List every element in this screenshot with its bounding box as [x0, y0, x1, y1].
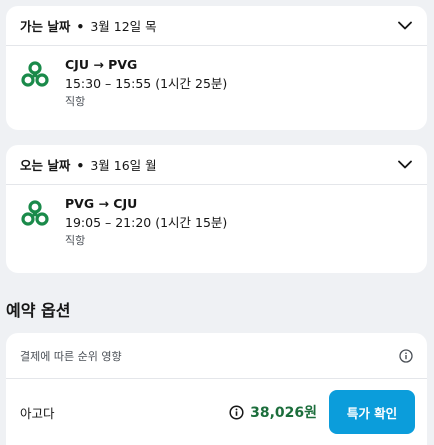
- price: 38,026원: [250, 405, 317, 421]
- ranking-note-row: 결제에 따른 순위 영향: [6, 333, 427, 379]
- airline-logo-icon: [20, 60, 50, 90]
- chevron-down-icon[interactable]: [397, 157, 413, 173]
- outbound-details: CJU → PVG 15:30 – 15:55 (1시간 25분) 직항: [6, 46, 427, 110]
- outbound-title: 가는 날짜 • 3월 12일 목: [20, 16, 157, 35]
- outbound-times: 15:30 – 15:55 (1시간 25분): [65, 76, 228, 91]
- provider-name: 아고다: [20, 405, 55, 421]
- booking-options-title: 예약 옵션: [6, 301, 71, 320]
- booking-options-card: 결제에 따른 순위 영향 아고다 38,026원 특가 확인: [6, 333, 427, 445]
- outbound-stops: 직항: [65, 95, 86, 108]
- info-icon[interactable]: [399, 348, 413, 363]
- inbound-label: 오는 날짜: [20, 158, 71, 173]
- inbound-title: 오는 날짜 • 3월 16일 월: [20, 155, 157, 174]
- outbound-flight-card: 가는 날짜 • 3월 12일 목 CJU → PVG 15:30 – 15:55…: [6, 6, 427, 130]
- outbound-route: CJU → PVG: [65, 57, 138, 72]
- outbound-info: CJU → PVG 15:30 – 15:55 (1시간 25분) 직항: [65, 56, 227, 110]
- separator-dot: •: [76, 19, 85, 34]
- ranking-note: 결제에 따른 순위 영향: [20, 349, 122, 363]
- outbound-date: 3월 12일 목: [90, 19, 157, 34]
- price-info-icon[interactable]: [229, 404, 244, 420]
- inbound-details: PVG → CJU 19:05 – 21:20 (1시간 15분) 직항: [6, 185, 427, 249]
- chevron-down-icon[interactable]: [397, 18, 413, 34]
- inbound-header[interactable]: 오는 날짜 • 3월 16일 월: [6, 145, 427, 185]
- airline-logo-icon: [20, 199, 50, 229]
- inbound-times: 19:05 – 21:20 (1시간 15분): [65, 215, 228, 230]
- booking-option-row: 아고다 38,026원 특가 확인: [6, 379, 427, 445]
- inbound-stops: 직항: [65, 234, 86, 247]
- inbound-info: PVG → CJU 19:05 – 21:20 (1시간 15분) 직항: [65, 195, 227, 249]
- outbound-header[interactable]: 가는 날짜 • 3월 12일 목: [6, 6, 427, 46]
- inbound-flight-card: 오는 날짜 • 3월 16일 월 PVG → CJU 19:05 – 21:20…: [6, 145, 427, 273]
- outbound-label: 가는 날짜: [20, 19, 71, 34]
- inbound-route: PVG → CJU: [65, 196, 138, 211]
- separator-dot: •: [76, 158, 85, 173]
- view-deal-button[interactable]: 특가 확인: [329, 390, 415, 434]
- inbound-date: 3월 16일 월: [90, 158, 157, 173]
